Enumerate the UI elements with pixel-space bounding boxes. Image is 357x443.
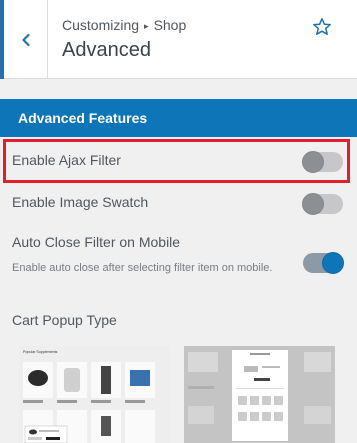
page-title: Advanced (62, 39, 151, 61)
auto-close-label: Auto Close Filter on Mobile (12, 234, 181, 250)
section-title: Advanced Features (0, 99, 357, 137)
star-icon[interactable] (312, 17, 332, 37)
cart-popup-style-1-preview[interactable]: Popular Supplements (19, 346, 170, 443)
auto-close-toggle[interactable] (303, 252, 344, 274)
auto-close-description: Enable auto close after selecting filter… (12, 262, 273, 274)
preview-heading: Popular Supplements (23, 350, 58, 354)
ajax-filter-toggle[interactable] (302, 151, 343, 173)
toggle-knob (302, 193, 324, 215)
preview-image: Popular Supplements (19, 346, 170, 443)
breadcrumb-parent: Shop (153, 17, 187, 33)
breadcrumb-separator: ▸ (144, 21, 149, 31)
breadcrumb-root: Customizing (62, 17, 140, 33)
toggle-knob (302, 151, 324, 173)
toggle-knob (322, 252, 344, 274)
image-swatch-toggle[interactable] (302, 193, 343, 215)
preview-image (184, 346, 335, 443)
cart-popup-style-2-preview[interactable] (184, 346, 335, 443)
chevron-left-icon (21, 33, 30, 46)
ajax-filter-label: Enable Ajax Filter (12, 152, 121, 168)
customizer-header: Customizing ▸ Shop Advanced (0, 0, 357, 79)
cart-popup-type-label: Cart Popup Type (12, 312, 117, 328)
breadcrumb: Customizing ▸ Shop (62, 17, 186, 33)
back-button[interactable] (0, 0, 48, 79)
image-swatch-label: Enable Image Swatch (12, 194, 149, 210)
